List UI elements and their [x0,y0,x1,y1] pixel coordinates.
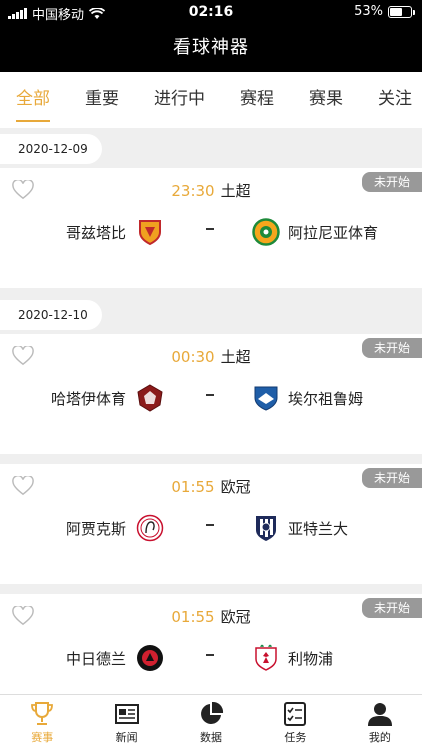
away-team-name: 埃尔祖鲁姆 [288,389,364,408]
away-team: 阿拉尼亚体育 [252,218,378,246]
away-team: 埃尔祖鲁姆 [252,384,363,412]
midtjylland-logo-icon [137,645,163,671]
league-name: 欧冠 [220,608,251,626]
vs-divider [206,524,214,526]
tabbar-item-tasks[interactable]: 任务 [253,695,337,750]
atalanta-logo-icon [256,516,276,541]
user-icon [367,703,392,726]
date-header: 2020-12-10 [0,300,102,330]
pie-chart-icon [201,701,224,724]
league-name: 土超 [220,182,251,200]
tab-schedule[interactable]: 赛程 [240,72,274,128]
hatayspor-logo-icon [137,384,163,412]
match-card[interactable]: 未开始 00:30 土超 哈塔伊体育 埃尔祖鲁姆 [0,334,422,454]
tabbar-item-events[interactable]: 赛事 [0,695,84,750]
tab-following[interactable]: 关注 [378,72,412,128]
tabbar-label: 我的 [368,731,391,744]
bottom-tab-bar: 赛事 新闻 数据 任务 我的 [0,694,422,750]
battery-icon [388,5,415,18]
home-team-name: 阿贾克斯 [65,519,126,538]
match-list: 2020-12-09 未开始 23:30 土超 哥兹塔比 阿拉尼亚体育 2020-… [0,128,422,694]
tab-important[interactable]: 重要 [85,72,119,128]
tabbar-label: 赛事 [31,731,54,744]
date-header: 2020-12-09 [0,134,102,164]
home-team: 哈塔伊体育 [51,384,164,412]
checklist-icon [284,702,307,726]
home-team-name: 哥兹塔比 [65,223,126,242]
home-team: 中日德兰 [66,644,164,672]
tabbar-item-news[interactable]: 新闻 [84,695,168,750]
status-bar: 中国移动 02:16 53% [0,0,422,24]
tabbar-label: 新闻 [115,731,138,744]
home-team-name: 哈塔伊体育 [50,389,126,408]
tabbar-item-profile[interactable]: 我的 [338,695,422,750]
match-card[interactable]: 未开始 01:55 欧冠 阿贾克斯 亚特兰大 [0,464,422,584]
home-team: 哥兹塔比 [66,218,164,246]
newspaper-icon [114,704,139,724]
away-team: 亚特兰大 [252,514,348,542]
away-team-name: 亚特兰大 [288,519,349,538]
match-time: 23:30 [171,182,215,200]
tab-in-progress[interactable]: 进行中 [154,72,205,128]
match-time: 01:55 [171,608,215,626]
away-team-name: 利物浦 [288,649,334,668]
trophy-icon [31,702,54,725]
away-team-name: 阿拉尼亚体育 [288,223,379,242]
tabbar-label: 数据 [200,731,223,744]
vs-divider [206,228,214,230]
match-card[interactable]: 未开始 01:55 欧冠 中日德兰 利物浦 [0,594,422,694]
alanyaspor-logo-icon [252,218,280,246]
tab-results[interactable]: 赛果 [309,72,343,128]
tabbar-item-data[interactable]: 数据 [169,695,253,750]
goztepe-logo-icon [139,220,161,246]
liverpool-logo-icon [255,644,277,671]
match-time: 01:55 [171,478,215,496]
vs-divider [206,394,214,396]
league-name: 欧冠 [220,478,251,496]
tabbar-label: 任务 [284,731,307,744]
home-team-name: 中日德兰 [65,649,126,668]
away-team: 利物浦 [252,644,333,672]
league-name: 土超 [220,348,251,366]
match-card[interactable]: 未开始 23:30 土超 哥兹塔比 阿拉尼亚体育 [0,168,422,288]
match-time: 00:30 [171,348,215,366]
vs-divider [206,654,214,656]
ajax-logo-icon [136,514,164,542]
erzurumspor-logo-icon [254,386,278,411]
filter-tabs: 全部 重要 进行中 赛程 赛果 关注 [0,72,422,128]
battery-percent: 53% [354,4,383,19]
tab-all[interactable]: 全部 [16,72,50,128]
page-title: 看球神器 [0,24,422,72]
home-team: 阿贾克斯 [66,514,164,542]
